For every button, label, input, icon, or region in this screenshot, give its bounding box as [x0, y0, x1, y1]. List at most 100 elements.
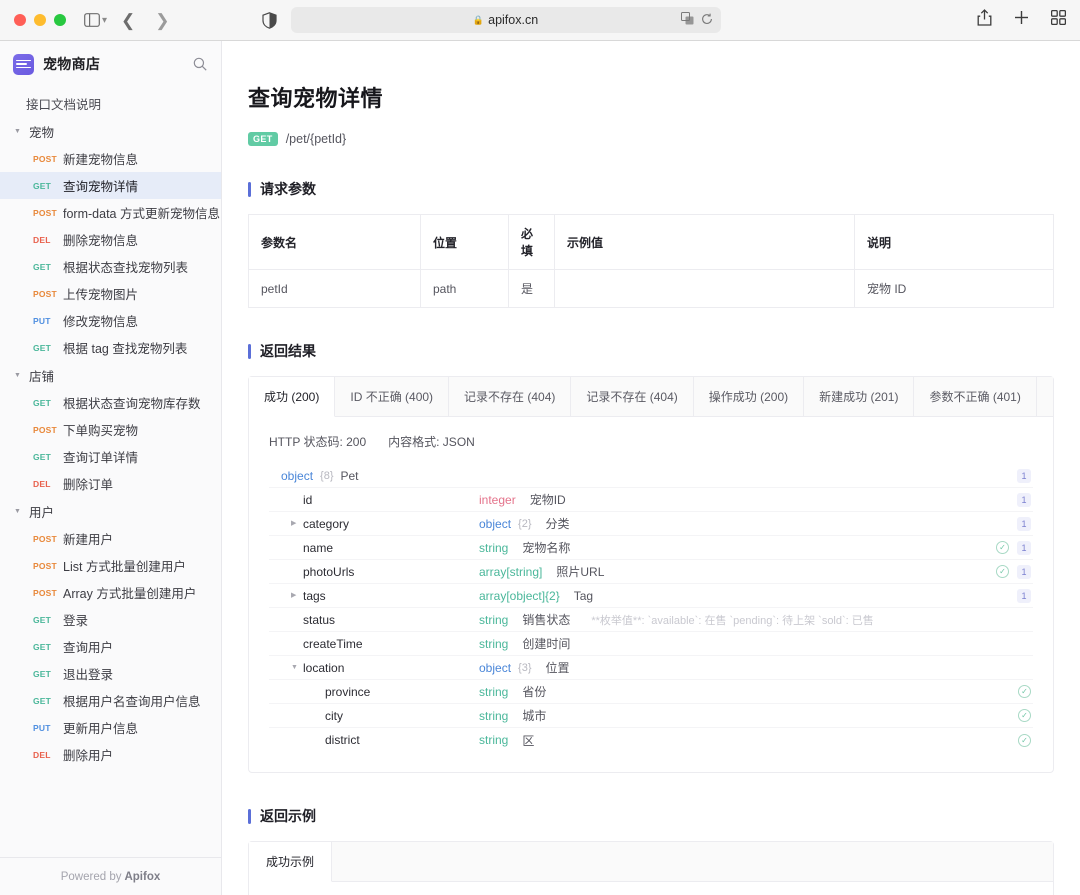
address-bar[interactable]: 🔒 apifox.cn — [290, 7, 721, 33]
schema-key-cell: status — [269, 613, 479, 627]
schema-row[interactable]: id integer 宠物ID 1 — [269, 488, 1033, 512]
schema-type-cell: array[string] 照片URL — [479, 563, 604, 580]
new-tab-icon[interactable] — [1014, 10, 1029, 30]
sidebar-item-新建用户[interactable]: POST 新建用户 — [0, 525, 221, 552]
tab-4[interactable]: 操作成功 (200) — [694, 377, 805, 416]
sidebar-item-Array 方式批量创建用户[interactable]: POST Array 方式批量创建用户 — [0, 579, 221, 606]
sidebar-item-登录[interactable]: GET 登录 — [0, 606, 221, 633]
tab-5[interactable]: 新建成功 (201) — [804, 377, 915, 416]
window-controls[interactable] — [14, 14, 66, 26]
tab-2[interactable]: 记录不存在 (404) — [449, 377, 572, 416]
chevron-down-icon[interactable]: ▼ — [291, 664, 303, 671]
sidebar-item-查询订单详情[interactable]: GET 查询订单详情 — [0, 443, 221, 470]
sidebar-item-overview[interactable]: 接口文档说明 — [0, 89, 221, 117]
schema-row[interactable]: status string 销售状态 **枚举值**: `available`: 在售… — [269, 608, 1033, 632]
schema-row[interactable]: name string 宠物名称 ✓ 1 — [269, 536, 1033, 560]
schema-description: 宠物名称 — [522, 541, 571, 555]
result-tabs[interactable]: 成功 (200) ID 不正确 (400) 记录不存在 (404) 记录不存在 (40… — [249, 377, 1053, 417]
sidebar-item-新建宠物信息[interactable]: POST 新建宠物信息 — [0, 145, 221, 172]
sidebar-item-List 方式批量创建用户[interactable]: POST List 方式批量创建用户 — [0, 552, 221, 579]
sidebar-item-查询用户[interactable]: GET 查询用户 — [0, 633, 221, 660]
schema-row[interactable]: photoUrls array[string] 照片URL ✓ 1 — [269, 560, 1033, 584]
back-icon[interactable]: ❮ — [121, 12, 135, 29]
schema-row[interactable]: city string 城市 ✓ — [269, 704, 1033, 728]
schema-row[interactable]: province string 省份 ✓ — [269, 680, 1033, 704]
tab-overview-icon[interactable] — [1050, 9, 1067, 30]
sidebar-item-退出登录[interactable]: GET 退出登录 — [0, 660, 221, 687]
sidebar-item-更新用户信息[interactable]: PUT 更新用户信息 — [0, 714, 221, 741]
sidebar-item-label: 根据状态查询宠物库存数 — [63, 397, 201, 411]
schema-row[interactable]: ▼ location object {3} 位置 — [269, 656, 1033, 680]
sidebar-item-修改宠物信息[interactable]: PUT 修改宠物信息 — [0, 307, 221, 334]
schema-type-label: string — [479, 612, 509, 627]
schema-row[interactable]: ▶ tags array[object]{2} Tag 1 — [269, 584, 1033, 608]
request-params-table: 参数名 位置 必填 示例值 说明 petId path 是 宠物 ID — [248, 214, 1054, 308]
schema-key-label: name — [303, 540, 334, 555]
http-method-label: GET — [33, 451, 52, 462]
sidebar-item-form-data 方式更新宠物信息[interactable]: POST form-data 方式更新宠物信息 — [0, 199, 221, 226]
forward-icon[interactable]: ❯ — [155, 12, 169, 29]
schema-key-cell: ▶ tags — [269, 589, 479, 603]
http-method-label: GET — [33, 641, 52, 652]
share-icon[interactable] — [977, 9, 992, 31]
tab-1[interactable]: ID 不正确 (400) — [335, 377, 450, 416]
sidebar-item-删除订单[interactable]: DEL 删除订单 — [0, 470, 221, 497]
schema-description: 分类 — [545, 517, 570, 531]
reload-icon[interactable] — [701, 13, 713, 28]
sidebar-item-label: form-data 方式更新宠物信息 — [63, 207, 220, 221]
shield-icon[interactable] — [261, 11, 277, 29]
sidebar-group-店铺[interactable]: ▼ 店铺 — [0, 361, 221, 389]
schema-key-cell: createTime — [269, 637, 479, 651]
sidebar-item-删除用户[interactable]: DEL 删除用户 — [0, 741, 221, 768]
translate-icon[interactable] — [680, 12, 694, 28]
schema-key-cell: city — [269, 709, 479, 723]
schema-row[interactable]: ▶ category object {2} 分类 1 — [269, 512, 1033, 536]
minimize-window-button[interactable] — [34, 14, 46, 26]
chevron-right-icon[interactable]: ▶ — [291, 592, 303, 599]
mock-count-badge: 1 — [1017, 540, 1031, 555]
sidebar-item-根据用户名查询用户信息[interactable]: GET 根据用户名查询用户信息 — [0, 687, 221, 714]
schema-type-cell: integer 宠物ID — [479, 491, 566, 508]
browser-toolbar: ▾ ❮ ❯ 🔒 apifox.cn — [0, 0, 1080, 41]
sidebar-group-label: 店铺 — [29, 369, 55, 384]
sidebar-item-下单购买宠物[interactable]: POST 下单购买宠物 — [0, 416, 221, 443]
sidebar-item-label: 查询用户 — [63, 641, 114, 655]
example-tabs[interactable]: 成功示例 — [249, 842, 1053, 882]
sidebar-item-根据状态查询宠物库存数[interactable]: GET 根据状态查询宠物库存数 — [0, 389, 221, 416]
schema-key-label: city — [325, 708, 343, 723]
chevron-right-icon[interactable]: ▶ — [291, 520, 303, 527]
schema-type-cell: string 城市 — [479, 707, 546, 724]
schema-description: 宠物ID — [529, 493, 566, 507]
search-icon[interactable] — [193, 57, 207, 71]
sidebar-group-用户[interactable]: ▼ 用户 — [0, 497, 221, 525]
section-accent-bar — [248, 343, 251, 359]
sidebar-item-查询宠物详情[interactable]: GET 查询宠物详情 — [0, 172, 221, 199]
schema-tree[interactable]: object {8} Pet 1 id integer 宠物ID 1 ▶ category obje… — [269, 464, 1033, 752]
tab-3[interactable]: 记录不存在 (404) — [571, 377, 694, 416]
schema-key-cell: object {8} Pet — [269, 469, 479, 483]
sidebar-item-label: List 方式批量创建用户 — [63, 560, 186, 574]
toolbar-actions[interactable] — [977, 9, 1067, 31]
example-tab-0[interactable]: 成功示例 — [249, 842, 333, 882]
sidebar-item-根据状态查找宠物列表[interactable]: GET 根据状态查找宠物列表 — [0, 253, 221, 280]
schema-row[interactable]: object {8} Pet 1 — [269, 464, 1033, 488]
sidebar-group-label: 宠物 — [29, 125, 55, 140]
maximize-window-button[interactable] — [54, 14, 66, 26]
sidebar-item-根据 tag 查找宠物列表[interactable]: GET 根据 tag 查找宠物列表 — [0, 334, 221, 361]
sidebar-group-宠物[interactable]: ▼ 宠物 — [0, 117, 221, 145]
param-description: 宠物 ID — [867, 282, 907, 296]
http-method-label: DEL — [33, 749, 51, 760]
sidebar-item-删除宠物信息[interactable]: DEL 删除宠物信息 — [0, 226, 221, 253]
sidebar-toggle-icon[interactable] — [84, 13, 100, 27]
sidebar-nav[interactable]: 接口文档说明 ▼ 宠物 POST 新建宠物信息 GET 查询宠物详情 POST form-da… — [0, 83, 221, 857]
tab-6[interactable]: 参数不正确 (401) — [914, 377, 1037, 416]
schema-row[interactable]: createTime string 创建时间 — [269, 632, 1033, 656]
schema-row[interactable]: district string 区 ✓ — [269, 728, 1033, 752]
navigation-arrows[interactable]: ❮ ❯ — [121, 12, 170, 29]
schema-type-label: object — [479, 660, 512, 675]
sidebar-item-上传宠物图片[interactable]: POST 上传宠物图片 — [0, 280, 221, 307]
content-type-label: 内容格式: JSON — [388, 435, 475, 449]
tab-0[interactable]: 成功 (200) — [249, 377, 336, 417]
chevron-down-icon[interactable]: ▾ — [102, 15, 107, 26]
close-window-button[interactable] — [14, 14, 26, 26]
